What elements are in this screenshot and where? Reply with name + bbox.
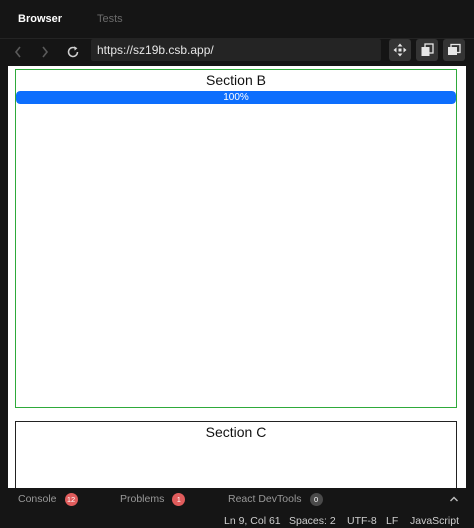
problems-count-badge: 1 <box>172 492 186 506</box>
react-devtools-count-badge: 0 <box>309 492 323 506</box>
status-bar: Ln 9, Col 61 Spaces: 2 UTF-8 LF JavaScri… <box>0 515 474 528</box>
window-icon <box>448 43 461 55</box>
progress-bar: 100% <box>16 91 456 104</box>
tab-console[interactable]: Console 12 <box>18 488 78 510</box>
section-b-title: Section B <box>206 72 266 88</box>
tab-tests[interactable]: Tests <box>97 0 123 38</box>
copy-link-button[interactable] <box>416 39 438 61</box>
progress-bar-fill: 100% <box>16 91 456 104</box>
chevron-up-icon <box>450 496 458 502</box>
url-input[interactable] <box>91 39 381 61</box>
chevron-right-icon <box>42 46 49 58</box>
preview-tab-bar: Browser Tests <box>0 0 474 39</box>
browser-toolbar <box>0 39 474 65</box>
file-encoding[interactable]: UTF-8 <box>347 515 377 527</box>
collapse-panel-button[interactable] <box>448 488 460 510</box>
forward-button[interactable] <box>34 39 56 65</box>
section-c-card: Section C <box>15 421 457 488</box>
line-ending[interactable]: LF <box>386 515 398 527</box>
copy-icon <box>421 43 434 56</box>
tab-react-devtools[interactable]: React DevTools 0 <box>228 488 323 510</box>
browser-preview: Section B 100% Section C <box>8 66 466 488</box>
new-window-button[interactable] <box>443 39 465 61</box>
tab-browser[interactable]: Browser <box>18 0 62 38</box>
refresh-icon <box>67 46 79 58</box>
indentation-setting[interactable]: Spaces: 2 <box>289 515 336 527</box>
tab-react-devtools-label: React DevTools <box>228 493 302 505</box>
open-sandbox-button[interactable] <box>389 39 411 61</box>
tab-console-label: Console <box>18 493 57 505</box>
chevron-left-icon <box>14 46 21 58</box>
tab-problems-label: Problems <box>120 493 165 505</box>
console-count-badge: 12 <box>64 492 78 506</box>
cursor-position[interactable]: Ln 9, Col 61 <box>224 515 281 527</box>
language-mode[interactable]: JavaScript <box>410 515 459 527</box>
back-button[interactable] <box>7 39 29 65</box>
tab-problems[interactable]: Problems 1 <box>120 488 186 510</box>
refresh-button[interactable] <box>62 39 84 65</box>
move-icon <box>393 43 407 57</box>
section-c-title: Section C <box>205 424 267 440</box>
section-b-card: Section B 100% <box>15 69 457 408</box>
